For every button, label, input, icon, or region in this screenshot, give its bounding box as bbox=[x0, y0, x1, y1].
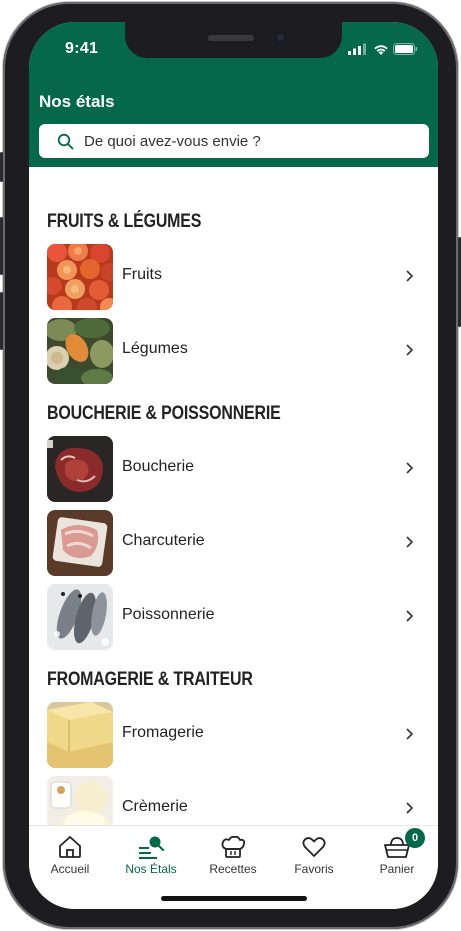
list-item-label: Boucherie bbox=[122, 458, 195, 475]
search-input[interactable]: De quoi avez-vous envie ? bbox=[39, 124, 429, 158]
page-title: Nos étals bbox=[39, 92, 115, 111]
fruits-thumbnail bbox=[47, 244, 113, 310]
tab-panier[interactable]: 0 Panier bbox=[357, 826, 437, 886]
chevron-right-icon bbox=[406, 610, 414, 622]
chevron-right-icon bbox=[406, 462, 414, 474]
list-item-legumes[interactable]: Légumes bbox=[29, 318, 438, 384]
list-item-charcuterie[interactable]: Charcuterie bbox=[29, 510, 438, 576]
screen: 9:41 Nos étals De quoi avez-vous envie ?… bbox=[29, 22, 438, 909]
chef-hat-icon bbox=[221, 835, 246, 858]
chevron-right-icon bbox=[406, 344, 414, 356]
charcuterie-thumbnail bbox=[47, 510, 113, 576]
phone-frame: 9:41 Nos étals De quoi avez-vous envie ?… bbox=[0, 2, 461, 929]
fromagerie-thumbnail bbox=[47, 702, 113, 768]
front-camera bbox=[274, 31, 287, 44]
search-placeholder: De quoi avez-vous envie ? bbox=[84, 132, 261, 150]
tab-label: Recettes bbox=[209, 862, 257, 876]
tab-label: Favoris bbox=[294, 862, 334, 876]
home-indicator bbox=[161, 896, 307, 901]
tab-label: Accueil bbox=[50, 862, 90, 876]
list-item-boucherie[interactable]: Boucherie bbox=[29, 436, 438, 502]
section-title-fruits-legumes: FRUITS & LÉGUMES bbox=[47, 211, 202, 232]
list-item-fruits[interactable]: Fruits bbox=[29, 244, 438, 310]
status-time: 9:41 bbox=[65, 40, 99, 57]
notch bbox=[125, 22, 342, 58]
cellular-signal-icon bbox=[348, 43, 366, 55]
volume-down-button bbox=[0, 292, 3, 350]
tab-nos-etals[interactable]: Nos Étals bbox=[111, 826, 191, 886]
mute-switch bbox=[0, 152, 3, 182]
stalls-search-icon bbox=[139, 836, 165, 859]
tab-bar: Accueil Nos Étals Recettes Favoris 0 Pan… bbox=[29, 825, 438, 909]
list-item-label: Fruits bbox=[122, 266, 162, 283]
list-item-label: Crèmerie bbox=[122, 798, 188, 815]
boucherie-thumbnail bbox=[47, 436, 113, 502]
tab-accueil[interactable]: Accueil bbox=[30, 826, 110, 886]
cremerie-thumbnail bbox=[47, 776, 113, 825]
list-item-cremerie[interactable]: Crèmerie bbox=[29, 776, 438, 825]
list-item-label: Poissonnerie bbox=[122, 606, 215, 623]
volume-up-button bbox=[0, 217, 3, 275]
chevron-right-icon bbox=[406, 802, 414, 814]
tab-label: Nos Étals bbox=[125, 862, 177, 876]
list-item-poissonnerie[interactable]: Poissonnerie bbox=[29, 584, 438, 650]
list-item-fromagerie[interactable]: Fromagerie bbox=[29, 702, 438, 768]
list-item-label: Fromagerie bbox=[122, 724, 204, 741]
heart-icon bbox=[302, 837, 326, 857]
status-icons bbox=[348, 43, 418, 55]
tab-recettes[interactable]: Recettes bbox=[193, 826, 273, 886]
chevron-right-icon bbox=[406, 270, 414, 282]
search-icon bbox=[57, 133, 74, 149]
list-item-label: Légumes bbox=[122, 340, 188, 357]
section-title-boucherie-poissonnerie: BOUCHERIE & POISSONNERIE bbox=[47, 403, 281, 424]
speaker-grille bbox=[208, 35, 254, 41]
cart-count-badge: 0 bbox=[405, 828, 425, 848]
home-icon bbox=[59, 836, 81, 858]
wifi-icon bbox=[374, 45, 388, 55]
list-item-label: Charcuterie bbox=[122, 532, 205, 549]
battery-icon bbox=[393, 43, 418, 55]
tab-favoris[interactable]: Favoris bbox=[274, 826, 354, 886]
legumes-thumbnail bbox=[47, 318, 113, 384]
tab-label: Panier bbox=[379, 862, 415, 876]
chevron-right-icon bbox=[406, 536, 414, 548]
section-title-fromagerie-traiteur: FROMAGERIE & TRAITEUR bbox=[47, 669, 253, 690]
poissonnerie-thumbnail bbox=[47, 584, 113, 650]
stalls-list: FRUITS & LÉGUMES Fruits Légumes BOUCHERI… bbox=[29, 167, 438, 825]
chevron-right-icon bbox=[406, 728, 414, 740]
